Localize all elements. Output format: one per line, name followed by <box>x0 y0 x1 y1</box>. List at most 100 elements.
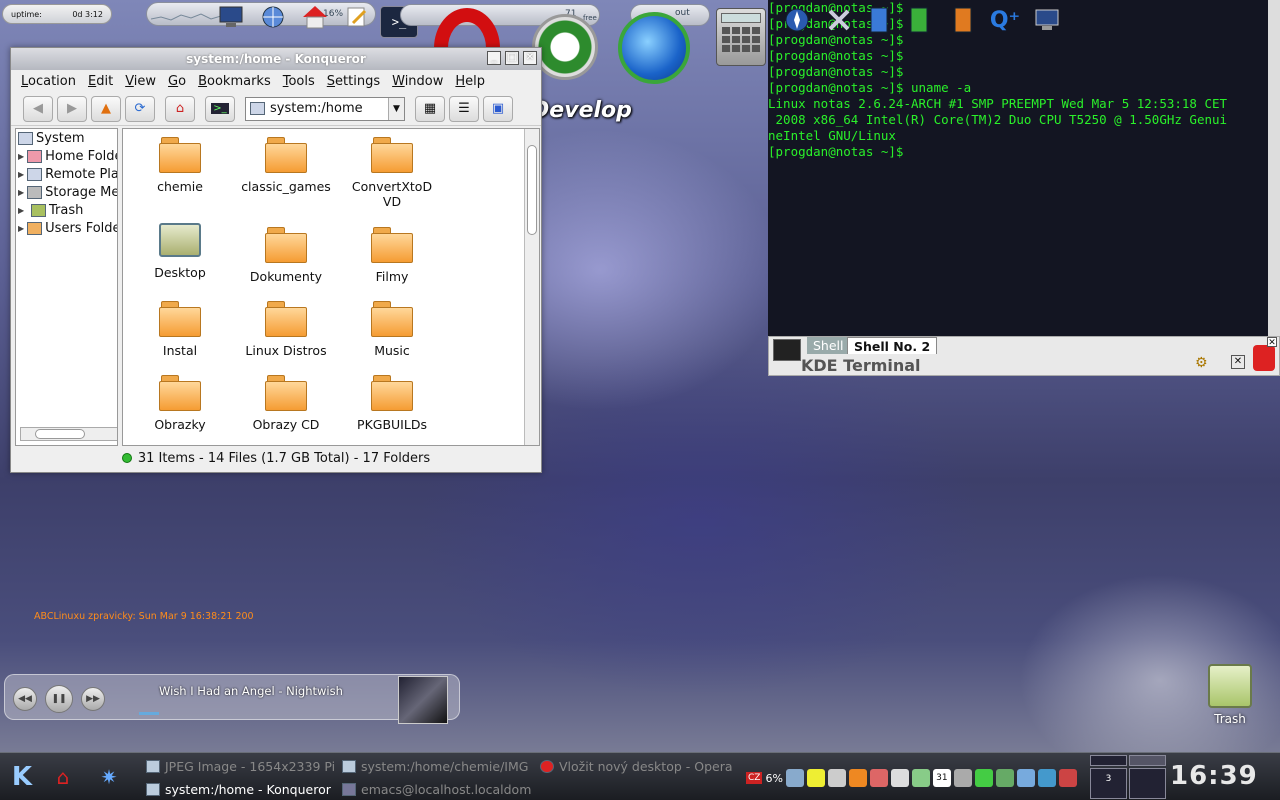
location-bar[interactable]: system:/home ▼ <box>245 96 405 121</box>
close-tab-icon[interactable]: ✕ <box>1231 355 1245 369</box>
terminal-output[interactable]: [progdan@notas ~]$ [progdan@notas ~]$ [p… <box>768 0 1280 336</box>
preview-button[interactable]: ▣ <box>483 95 513 122</box>
task-opera[interactable]: Vložit nový desktop - Opera <box>540 755 740 777</box>
back-button[interactable]: ◀ <box>23 95 53 122</box>
reload-button[interactable]: ⟳ <box>125 95 155 122</box>
task-konqueror-chemie[interactable]: system:/home/chemie/IMG <box>342 755 532 777</box>
sidebar-item-trash[interactable]: ▶ Trash <box>16 201 117 219</box>
tools-icon[interactable] <box>824 5 854 35</box>
chevron-down-icon[interactable]: ▼ <box>388 97 404 120</box>
file-item[interactable]: Music <box>339 297 445 371</box>
menu-tools[interactable]: Tools <box>277 74 321 89</box>
menu-bookmarks[interactable]: Bookmarks <box>192 74 277 89</box>
menu-location[interactable]: Location <box>15 74 82 89</box>
compass-icon[interactable] <box>782 5 812 35</box>
file-item[interactable]: chemie <box>127 133 233 207</box>
menu-window[interactable]: Window <box>386 74 449 89</box>
close-icon[interactable]: ✕ <box>1267 337 1277 348</box>
sidebar-item-system[interactable]: System <box>16 129 117 147</box>
browser-icon[interactable]: ✷ <box>92 761 126 793</box>
task-emacs[interactable]: emacs@localhost.localdoma <box>342 778 532 800</box>
pause-icon[interactable]: ❚❚ <box>45 685 73 713</box>
notes-icon[interactable] <box>806 769 825 787</box>
k-menu-icon[interactable]: K <box>4 759 40 795</box>
bookmark-icon[interactable] <box>869 769 888 787</box>
file-item[interactable]: Obrazy CD <box>233 371 339 445</box>
news-ticker[interactable]: ABCLinuxu zpravicky: Sun Mar 9 16:38:21 … <box>34 611 254 622</box>
mail-icon[interactable] <box>890 769 909 787</box>
file-view-scrollbar[interactable] <box>524 129 539 445</box>
cloud-icon[interactable] <box>785 769 804 787</box>
home-launcher-icon[interactable] <box>298 2 332 32</box>
close-icon[interactable]: ✕ <box>523 51 537 65</box>
menu-help[interactable]: Help <box>449 74 491 89</box>
download-icon[interactable] <box>995 769 1014 787</box>
rocket-icon[interactable] <box>1016 769 1035 787</box>
expand-arrow-icon[interactable]: ▶ <box>18 188 24 197</box>
firefox-icon[interactable] <box>848 769 867 787</box>
menu-view[interactable]: View <box>119 74 162 89</box>
maximize-icon[interactable]: □ <box>505 51 519 65</box>
sidebar-item-users-folders[interactable]: ▶ Users Folders <box>16 219 117 237</box>
file-item[interactable]: PKGBUILDs <box>339 371 445 445</box>
minimize-icon[interactable]: _ <box>487 51 501 65</box>
expand-arrow-icon[interactable]: ▶ <box>18 152 24 161</box>
keyboard-layout-indicator[interactable]: CZ <box>746 772 763 784</box>
monitor-icon[interactable] <box>1032 5 1062 35</box>
pager-desktop-2[interactable] <box>1129 755 1166 766</box>
editor-launcher-icon[interactable] <box>340 2 374 32</box>
document-green-icon[interactable] <box>904 5 934 35</box>
file-item[interactable]: Desktop <box>127 223 233 297</box>
tools-icon[interactable] <box>827 769 846 787</box>
computer-launcher-icon[interactable] <box>214 2 248 32</box>
menu-settings[interactable]: Settings <box>321 74 386 89</box>
printer-icon[interactable] <box>911 769 930 787</box>
menu-edit[interactable]: Edit <box>82 74 119 89</box>
tab-shell[interactable]: Shell <box>807 337 850 354</box>
clock[interactable]: 16:39 <box>1170 761 1258 791</box>
sidebar-item-home-folder[interactable]: ▶ Home Folder <box>16 147 117 165</box>
sidebar-item-storage-media[interactable]: ▶ Storage Media <box>16 183 117 201</box>
file-item[interactable]: ConvertXtoDVD <box>339 133 445 223</box>
document-blue-icon[interactable] <box>864 5 894 35</box>
calculator-launcher-icon[interactable] <box>716 8 766 66</box>
file-item[interactable]: Obrazky <box>127 371 233 445</box>
previous-track-icon[interactable]: ◀◀ <box>13 687 37 711</box>
network-icon[interactable] <box>974 769 993 787</box>
pager-desktop-4[interactable] <box>1129 768 1166 799</box>
battery-indicator[interactable]: 6% <box>765 772 782 785</box>
file-item[interactable]: Dokumenty <box>233 223 339 297</box>
expand-arrow-icon[interactable]: ▶ <box>18 170 24 179</box>
volume-icon[interactable] <box>1058 769 1077 787</box>
settings-icon[interactable]: ⚙ <box>1195 355 1208 371</box>
task-jpeg-image[interactable]: JPEG Image - 1654x2339 Pi <box>146 755 336 777</box>
file-item[interactable]: Filmy <box>339 223 445 297</box>
view-mode-list-button[interactable]: ☰ <box>449 95 479 122</box>
file-item[interactable]: Linux Distros <box>233 297 339 371</box>
calendar-icon[interactable]: 31 <box>932 769 951 787</box>
window-titlebar[interactable]: system:/home - Konqueror _ □ ✕ <box>11 48 541 70</box>
task-konqueror-home[interactable]: system:/home - Konqueror <box>146 778 336 800</box>
file-item[interactable]: classic_games <box>233 133 339 207</box>
expand-arrow-icon[interactable]: ▶ <box>18 224 24 233</box>
view-mode-icons-button[interactable]: ▦ <box>415 95 445 122</box>
home-icon[interactable]: ⌂ <box>46 761 80 793</box>
lock-icon[interactable] <box>1253 345 1275 371</box>
document-orange-icon[interactable] <box>948 5 978 35</box>
desktop-trash[interactable]: Trash <box>1206 664 1254 726</box>
chat-icon[interactable] <box>1037 769 1056 787</box>
browser-launcher-icon[interactable] <box>618 12 690 84</box>
pager-desktop-1[interactable] <box>1090 755 1127 766</box>
track-progress[interactable] <box>139 712 339 715</box>
new-tab-icon[interactable] <box>773 339 801 361</box>
forward-button[interactable]: ▶ <box>57 95 87 122</box>
file-item[interactable]: Instal <box>127 297 233 371</box>
sidebar-item-remote-places[interactable]: ▶ Remote Places <box>16 165 117 183</box>
expand-arrow-icon[interactable]: ▶ <box>18 206 28 215</box>
terminal-scrollbar[interactable] <box>1268 0 1280 336</box>
tab-shell-no-2[interactable]: Shell No. 2 <box>847 337 938 354</box>
menu-go[interactable]: Go <box>162 74 192 89</box>
home-button[interactable]: ⌂ <box>165 95 195 122</box>
up-button[interactable]: ▲ <box>91 95 121 122</box>
settings-icon[interactable] <box>953 769 972 787</box>
